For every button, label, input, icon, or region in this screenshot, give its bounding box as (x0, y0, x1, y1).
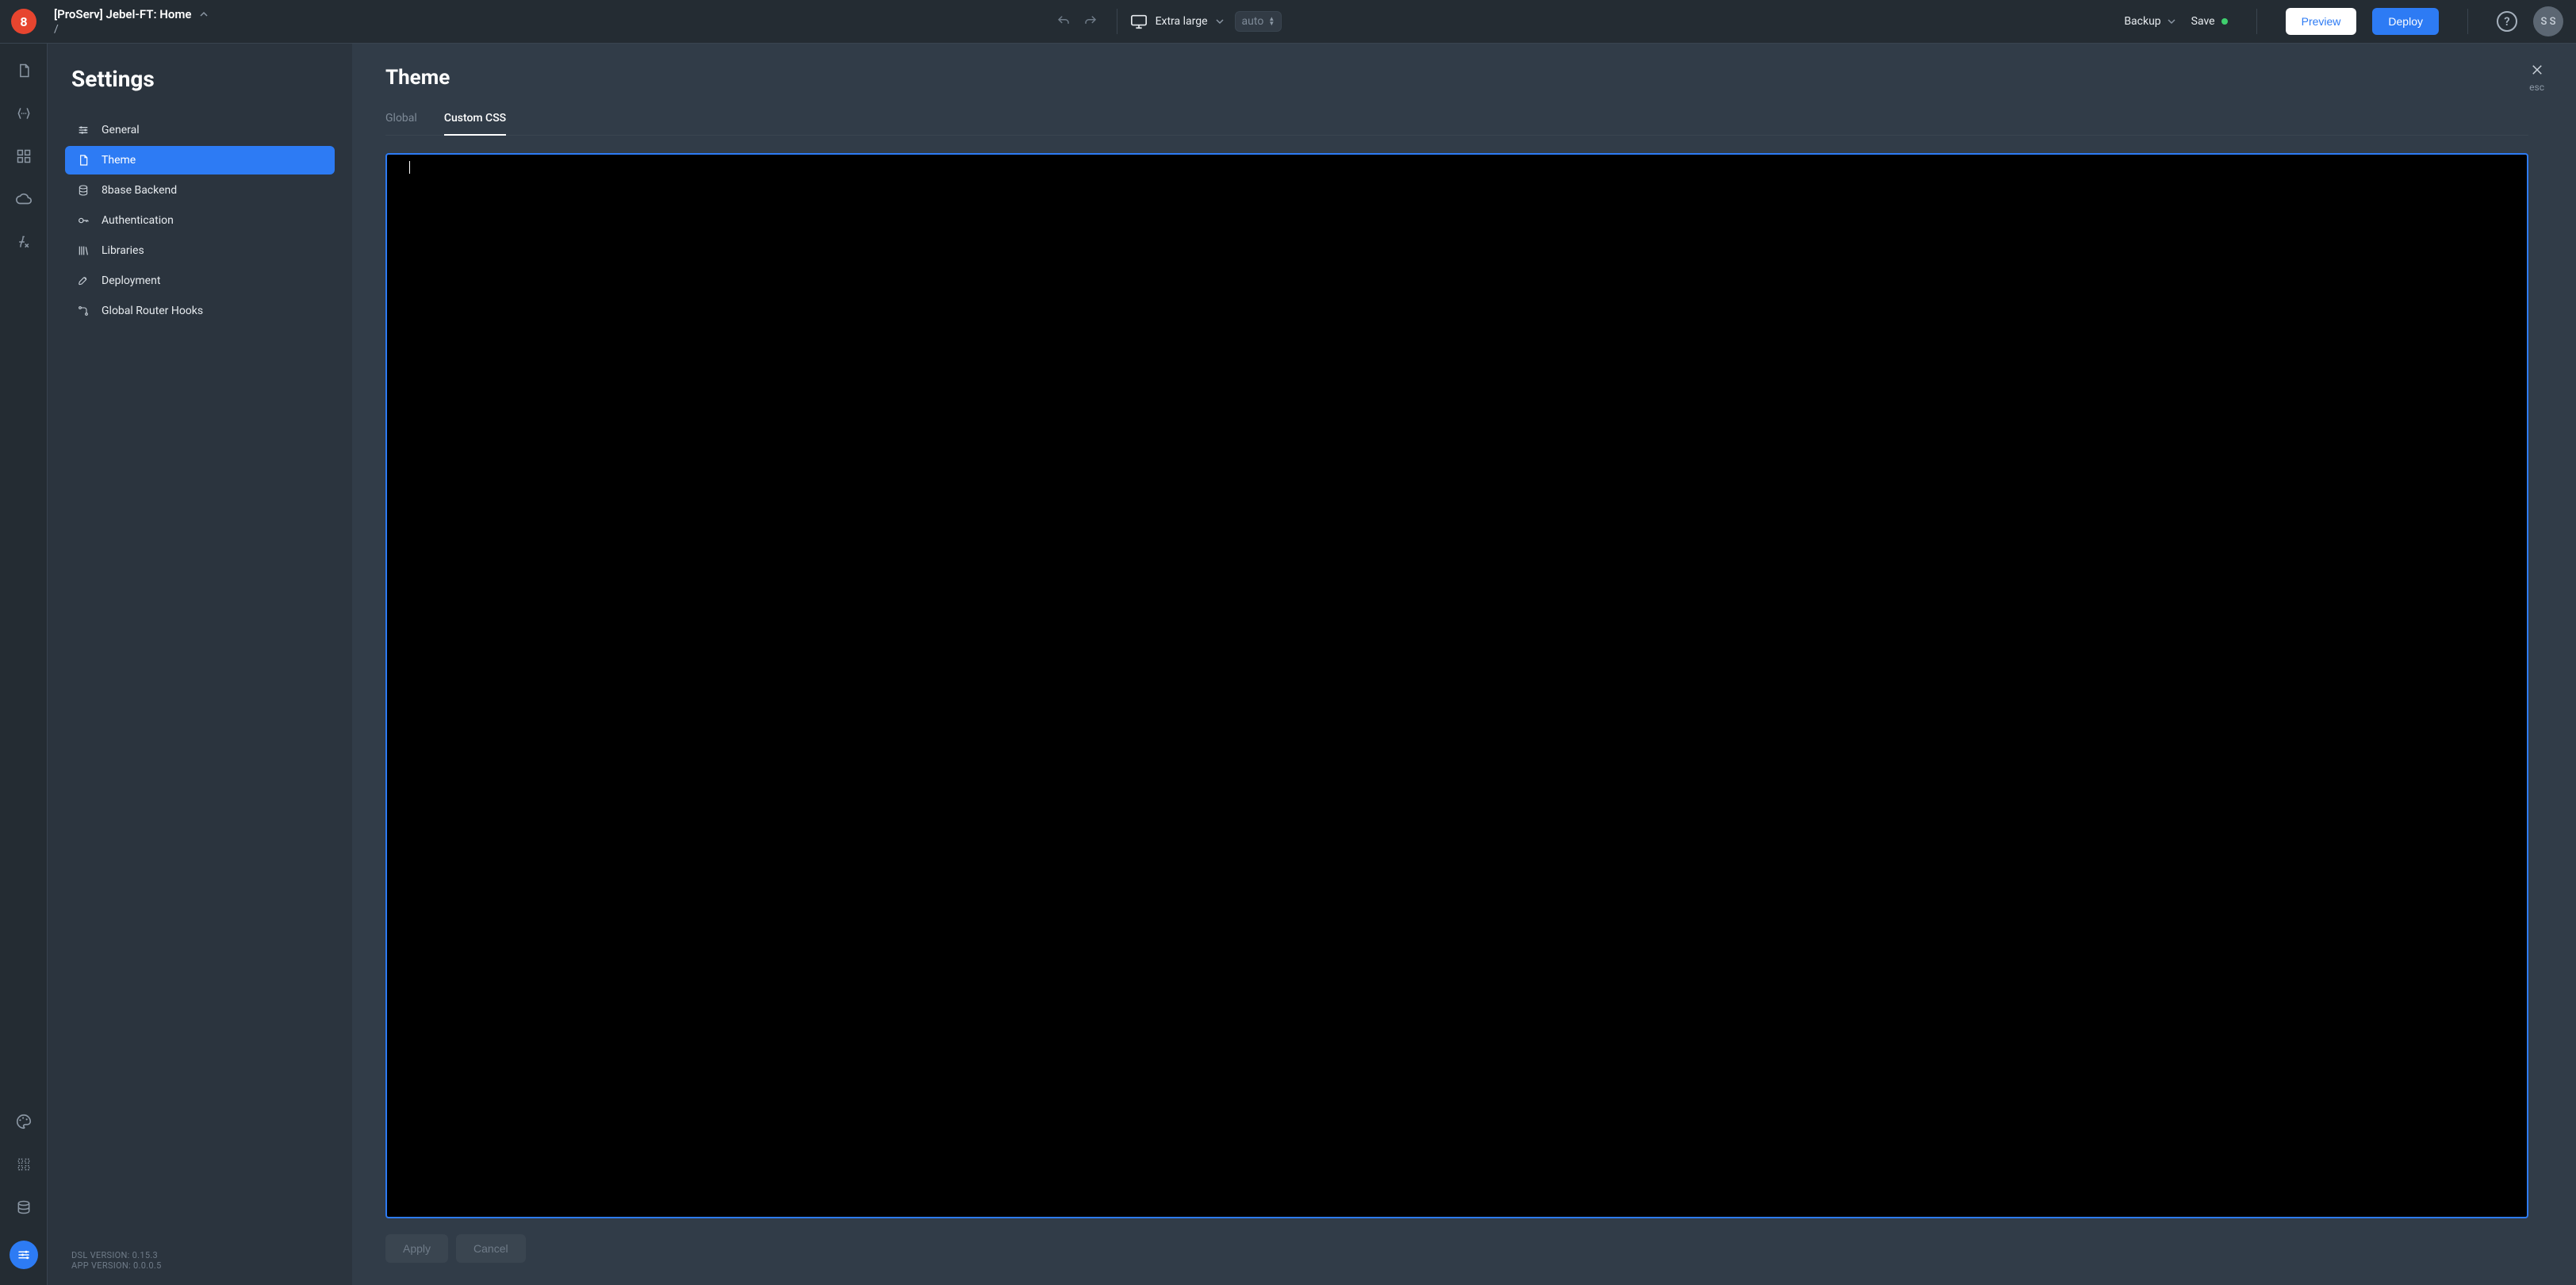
project-path: / (54, 23, 208, 36)
tab-global[interactable]: Global (385, 112, 417, 136)
nav-backend[interactable]: 8base Backend (65, 176, 335, 205)
sliders-icon (17, 1248, 31, 1262)
apply-button[interactable]: Apply (385, 1234, 448, 1263)
nav-label: Theme (102, 154, 136, 167)
nav-label: Libraries (102, 244, 144, 257)
save-button[interactable]: Save (2191, 15, 2228, 28)
rail-components-icon[interactable] (14, 147, 33, 166)
project-selector[interactable]: [ProServ] Jebel-FT: Home / (54, 7, 208, 36)
user-avatar[interactable]: S S (2533, 6, 2563, 36)
top-bar: 8 [ProServ] Jebel-FT: Home / Extra large (0, 0, 2576, 44)
version-info: DSL VERSION: 0.15.3 APP VERSION: 0.0.0.5 (65, 1250, 335, 1271)
custom-css-editor[interactable] (385, 153, 2528, 1218)
chevron-down-icon (1216, 17, 1224, 25)
settings-title: Settings (65, 66, 335, 92)
rail-cloud-icon[interactable] (14, 190, 33, 209)
viewport-size-value: auto (1242, 15, 1264, 28)
close-icon (2530, 63, 2544, 77)
route-icon (76, 305, 90, 317)
project-title: [ProServ] Jebel-FT: Home (54, 7, 192, 21)
app-version: APP VERSION: 0.0.0.5 (71, 1260, 335, 1271)
dsl-version: DSL VERSION: 0.15.3 (71, 1250, 335, 1260)
nav-general[interactable]: General (65, 116, 335, 144)
save-status-dot-icon (2221, 18, 2228, 25)
main-content: Theme esc Global Custom CSS Apply Cancel (352, 44, 2576, 1285)
nav-label: General (102, 124, 140, 136)
nav-libraries[interactable]: Libraries (65, 236, 335, 265)
key-icon (76, 214, 90, 227)
divider (2467, 9, 2468, 34)
nav-label: 8base Backend (102, 184, 177, 197)
viewport-selector[interactable]: Extra large (1130, 13, 1224, 30)
tab-custom-css[interactable]: Custom CSS (444, 112, 506, 136)
sliders-icon (76, 124, 90, 136)
viewport-size-stepper[interactable]: auto ▲▼ (1235, 11, 1282, 32)
nav-label: Authentication (102, 214, 174, 227)
nav-label: Global Router Hooks (102, 305, 203, 317)
nav-label: Deployment (102, 274, 160, 287)
monitor-icon (1130, 13, 1148, 30)
rail-database-icon[interactable] (14, 1198, 33, 1217)
rail-settings-fab[interactable] (10, 1241, 38, 1269)
preview-button[interactable]: Preview (2286, 8, 2357, 35)
divider (2256, 9, 2257, 34)
close-hint: esc (2529, 82, 2544, 93)
library-icon (76, 244, 90, 257)
undo-button[interactable] (1050, 8, 1077, 35)
viewport-label: Extra large (1156, 15, 1208, 28)
nav-authentication[interactable]: Authentication (65, 206, 335, 235)
text-caret-icon (409, 161, 410, 174)
page-title: Theme (385, 66, 2528, 90)
rail-assets-icon[interactable] (14, 1155, 33, 1174)
save-label: Save (2191, 15, 2215, 28)
redo-button[interactable] (1077, 8, 1104, 35)
deploy-button[interactable]: Deploy (2372, 8, 2439, 35)
nav-theme[interactable]: Theme (65, 146, 335, 175)
left-icon-rail (0, 44, 48, 1285)
settings-panel: Settings General Theme (48, 44, 352, 1285)
database-icon (76, 184, 90, 197)
help-button[interactable]: ? (2497, 11, 2517, 32)
logo-8-icon: 8 (11, 9, 36, 34)
close-button[interactable]: esc (2529, 63, 2544, 93)
app-logo[interactable]: 8 (0, 9, 48, 34)
stepper-arrows-icon: ▲▼ (1268, 17, 1275, 26)
rail-state-icon[interactable] (14, 104, 33, 123)
settings-nav: General Theme 8base Backend (65, 116, 335, 325)
nav-router-hooks[interactable]: Global Router Hooks (65, 297, 335, 325)
chevron-down-icon (2168, 17, 2175, 25)
chevron-up-icon (200, 10, 208, 18)
cancel-button[interactable]: Cancel (456, 1234, 526, 1263)
page-icon (76, 154, 90, 167)
nav-deployment[interactable]: Deployment (65, 267, 335, 295)
rail-functions-icon[interactable] (14, 232, 33, 251)
rail-theme-icon[interactable] (14, 1112, 33, 1131)
rocket-icon (76, 274, 90, 287)
question-icon: ? (2504, 14, 2509, 29)
backup-label: Backup (2124, 15, 2160, 28)
rail-pages-icon[interactable] (14, 61, 33, 80)
theme-tabs: Global Custom CSS (385, 112, 2528, 136)
backup-button[interactable]: Backup (2124, 15, 2175, 28)
